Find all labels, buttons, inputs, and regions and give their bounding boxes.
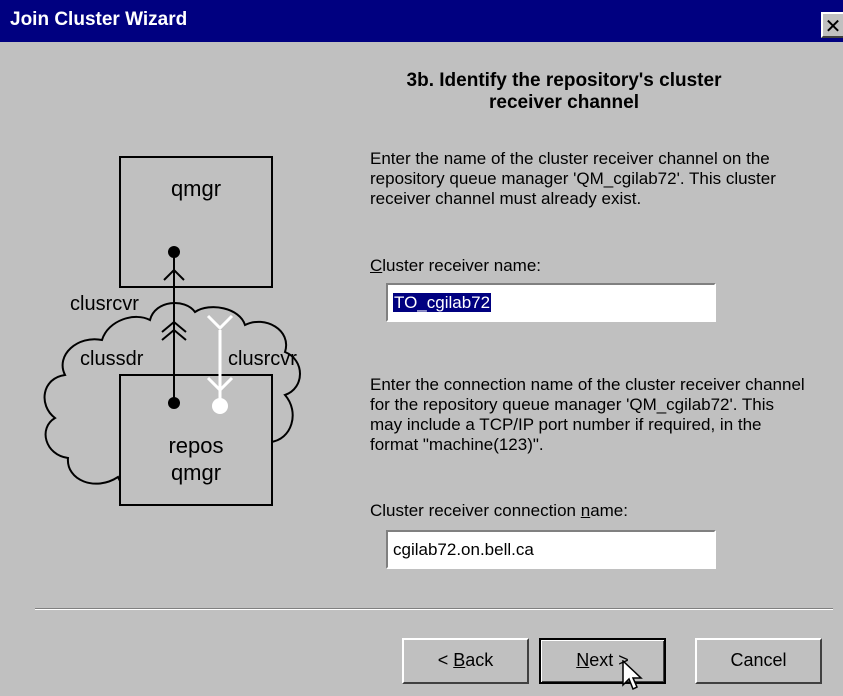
repos-receiver-endpoint xyxy=(212,398,228,414)
next-button[interactable]: Next > xyxy=(539,638,666,684)
receiver-name-instructions: Enter the name of the cluster receiver c… xyxy=(370,149,776,208)
connection-name-instructions: Enter the connection name of the cluster… xyxy=(370,375,805,454)
clusrcvr-right-label: clusrcvr xyxy=(228,348,297,370)
repos-channel-endpoint xyxy=(168,397,180,409)
connection-name-input[interactable]: cgilab72.on.bell.ca xyxy=(386,530,716,569)
title-bar: Join Cluster Wizard ✕ xyxy=(0,0,843,42)
clusrcvr-top-label: clusrcvr xyxy=(70,293,139,315)
connection-name-label: Cluster receiver connection name: xyxy=(370,501,628,520)
button-separator xyxy=(35,608,833,610)
qmgr-label: qmgr xyxy=(171,176,221,201)
window-title: Join Cluster Wizard xyxy=(10,9,188,30)
mouse-pointer-icon xyxy=(622,660,643,691)
cluster-diagram: qmgr clusrcvr clussdr clusrcvr repos qmg… xyxy=(43,156,301,506)
connection-name-value: cgilab72.on.bell.ca xyxy=(393,540,534,559)
repos-qmgr-label: qmgr xyxy=(171,460,221,485)
clussdr-label: clussdr xyxy=(80,348,144,370)
receiver-name-input[interactable]: TO_cgilab72 xyxy=(386,283,716,322)
receiver-name-label: Cluster receiver name: xyxy=(370,256,542,275)
close-icon: ✕ xyxy=(824,16,842,38)
qmgr-channel-endpoint xyxy=(168,246,180,258)
repos-label: repos xyxy=(168,433,223,458)
close-button[interactable]: ✕ xyxy=(821,12,843,38)
cancel-button[interactable]: Cancel xyxy=(695,638,822,684)
receiver-name-value: TO_cgilab72 xyxy=(391,292,493,313)
back-button[interactable]: < Back xyxy=(402,638,529,684)
step-title: 3b. Identify the repository's cluster re… xyxy=(406,70,722,113)
